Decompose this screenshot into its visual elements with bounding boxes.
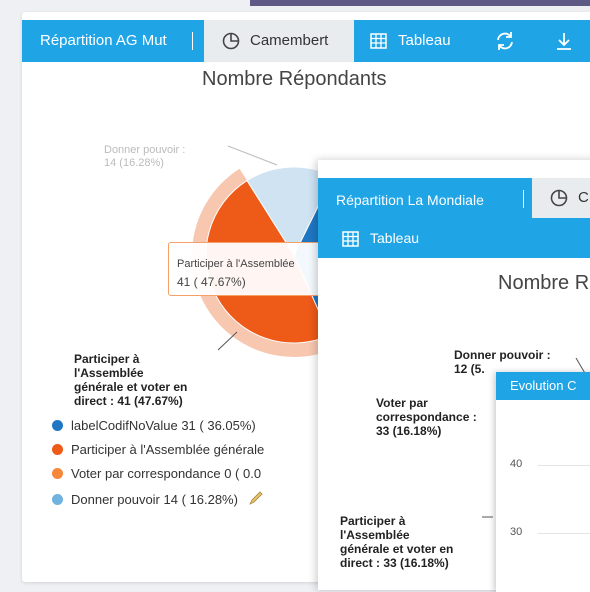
pencil-icon[interactable] <box>248 490 264 506</box>
legend-dot <box>52 444 63 455</box>
slice-label-line: Voter par <box>376 396 428 410</box>
gridline <box>538 533 590 534</box>
slice-label-line: 14 (16.28%) <box>104 157 164 169</box>
panel-header: Evolution C <box>496 372 590 400</box>
label-connector <box>227 145 278 166</box>
tooltip-line: Participer à l'Assemblée <box>177 258 295 270</box>
legend-item[interactable]: Voter par correspondance 0 ( 0.0 <box>52 466 352 484</box>
label-connector <box>217 331 238 351</box>
slice-label-line: direct : 41 (47.67%) <box>74 394 183 408</box>
legend-item[interactable]: labelCodifNoValue 31 ( 36.05%) <box>52 418 352 436</box>
slice-label-line: Donner pouvoir : <box>104 144 186 156</box>
legend-label: Voter par correspondance 0 ( 0.0 <box>71 466 262 481</box>
legend-label: labelCodifNoValue 31 ( 36.05%) <box>71 418 256 433</box>
slice-label-line: l'Assemblée <box>340 528 410 542</box>
slice-label-participer: Participer à l'Assemblée générale et vot… <box>74 352 187 408</box>
gridline <box>538 465 590 466</box>
slice-label-line: Participer à <box>74 352 140 366</box>
slice-label-line: l'Assemblée <box>74 366 144 380</box>
panel-title: Evolution C <box>510 378 577 393</box>
legend-dot <box>52 468 63 479</box>
tooltip-value: 41 ( 47.67%) <box>177 275 246 289</box>
slice-label-line: Donner pouvoir : <box>454 348 551 362</box>
y-tick-label: 40 <box>510 458 523 470</box>
legend-dot <box>52 420 63 431</box>
slice-label-line: 33 (16.18%) <box>376 424 442 438</box>
legend-item[interactable]: Donner pouvoir 14 ( 16.28%) <box>52 490 352 508</box>
slice-label-line: direct : 33 (16.18%) <box>340 556 449 570</box>
slice-label-line: générale et voter en <box>74 380 188 394</box>
legend-dot <box>52 494 63 505</box>
slice-label-voter: Voter par correspondance : 33 (16.18%) <box>376 396 477 438</box>
legend-item[interactable]: Participer à l'Assemblée générale <box>52 442 352 460</box>
slice-label-line: correspondance : <box>376 410 477 424</box>
slice-label-line: Participer à <box>340 514 406 528</box>
panel-evolution: Evolution C 40 30 <box>496 372 590 592</box>
legend-label: Participer à l'Assemblée générale <box>71 442 265 457</box>
slice-label-line: générale et voter en <box>340 542 454 556</box>
top-accent-strip <box>250 0 590 6</box>
slice-label-donner-pouvoir: Donner pouvoir : 14 (16.28%) <box>104 144 185 170</box>
y-tick-label: 30 <box>510 526 523 538</box>
chart-tooltip: Participer à l'Assemblée 41 ( 47.67%) <box>168 242 340 296</box>
slice-label-participer: Participer à l'Assemblée générale et vot… <box>340 514 453 570</box>
legend-label: Donner pouvoir 14 ( 16.28%) <box>71 492 238 507</box>
